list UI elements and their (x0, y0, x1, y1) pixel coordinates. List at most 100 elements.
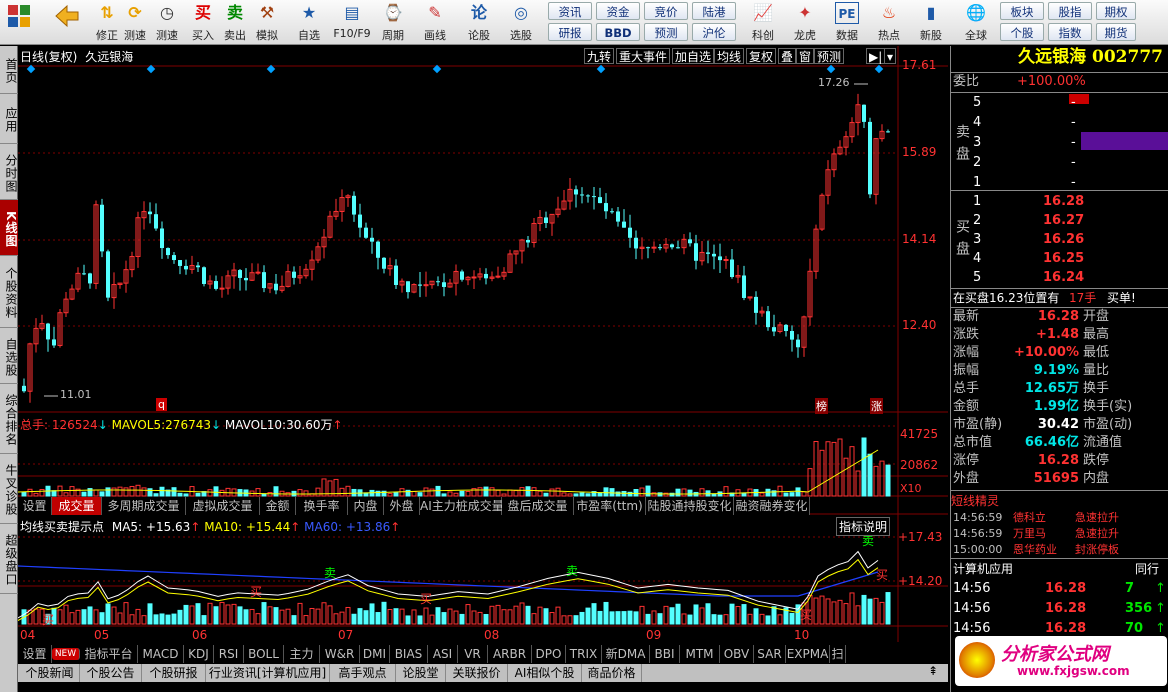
home-grid-button[interactable] (4, 2, 34, 43)
back-button[interactable] (52, 2, 82, 43)
indicator-tab-8[interactable]: W&R (320, 645, 360, 663)
news-tab-1[interactable]: 个股公告 (80, 664, 142, 682)
dropdown-icon[interactable]: ▾ (884, 48, 897, 64)
hotspot-button[interactable]: ♨ 热点 (872, 2, 906, 43)
index-futures-button[interactable]: 股指 (1048, 2, 1092, 20)
bid-row[interactable]: 2 16.27 (951, 212, 1168, 230)
news-tab-6[interactable]: 关联报价 (446, 664, 508, 682)
elf-row[interactable]: 14:56:59 德科立 急速拉升 (951, 510, 1168, 526)
research-button[interactable]: 研报 (548, 23, 592, 41)
indicator-tab-9[interactable]: DMI (360, 645, 390, 663)
indicator-tab-1[interactable]: NEW (52, 648, 80, 660)
watchlist-button[interactable]: ★ 自选 (294, 2, 324, 43)
volume-tab-5[interactable]: 换手率 (296, 497, 348, 515)
news-tab-3[interactable]: 行业资讯[计算机应用] (206, 664, 330, 682)
overlay-button[interactable]: 叠 (778, 48, 797, 64)
event-marker-list[interactable]: 榜 (815, 398, 828, 414)
star-market-button[interactable]: 📈 科创 (746, 2, 780, 43)
nine-turn-button[interactable]: 九转 (584, 48, 615, 64)
volume-tab-2[interactable]: 多周期成交量 (102, 497, 186, 515)
indicator-tab-12[interactable]: VR (458, 645, 488, 663)
sidebar-item-watchlist[interactable]: 自选股 (0, 328, 18, 384)
dragon-tiger-button[interactable]: ✦ 龙虎 (788, 2, 822, 43)
indicator-tab-19[interactable]: OBV (720, 645, 754, 663)
indicator-tab-0[interactable]: 设置 (18, 645, 52, 663)
bid-row[interactable]: 3 16.26 (951, 231, 1168, 249)
global-button[interactable]: 🌐 全球 (958, 2, 994, 43)
volume-tab-12[interactable]: 融资融券变化 (734, 497, 810, 515)
sidebar-item-timeshare[interactable]: 分时图 (0, 144, 18, 200)
news-tab-8[interactable]: 商品价格 (582, 664, 642, 682)
shanghai-london-button[interactable]: 沪伦 (692, 23, 736, 41)
elf-row[interactable]: 15:00:00 恩华药业 封涨停板 (951, 542, 1168, 558)
sector-button[interactable]: 板块 (1000, 2, 1044, 20)
indices-button[interactable]: 指数 (1048, 23, 1092, 41)
volume-tab-7[interactable]: 外盘 (384, 497, 420, 515)
sidebar-item-profile[interactable]: 个股资料 (0, 256, 18, 328)
indicator-tab-16[interactable]: 新DMA (602, 645, 650, 663)
sidebar-item-diagnosis[interactable]: 牛叉诊股 (0, 454, 18, 524)
news-tab-7[interactable]: AI相似个股 (508, 664, 582, 682)
volume-tab-9[interactable]: 盘后成交量 (502, 497, 574, 515)
clock-button[interactable]: ◷ 测速 (152, 2, 182, 43)
volume-tab-4[interactable]: 金额 (260, 497, 296, 515)
sector-row[interactable]: 计算机应用 同行 (951, 560, 1168, 578)
indicator-tab-2[interactable]: 指标平台 (80, 645, 138, 663)
volume-tab-10[interactable]: 市盈率(ttm) (574, 497, 646, 515)
adjust-button[interactable]: 复权 (746, 48, 777, 64)
futures-button[interactable]: 期货 (1096, 23, 1136, 41)
draw-line-button[interactable]: ✎ 画线 (420, 2, 450, 43)
bbd-button[interactable]: BBD (596, 23, 640, 41)
volume-tab-1[interactable]: 成交量 (52, 497, 102, 515)
speed-test-button[interactable]: ⟳ 测速 (120, 2, 150, 43)
indicator-tab-15[interactable]: TRIX (566, 645, 602, 663)
event-marker-q[interactable]: q (156, 398, 167, 411)
indicator-tab-22[interactable]: 扫 (830, 645, 846, 663)
fund-button[interactable]: 资金 (596, 2, 640, 20)
indicator-tab-18[interactable]: MTM (680, 645, 720, 663)
period-button[interactable]: ⌚ 周期 (378, 2, 408, 43)
news-button[interactable]: 资讯 (548, 2, 592, 20)
indicator-tab-7[interactable]: 主力 (284, 645, 320, 663)
news-tab-5[interactable]: 论股堂 (396, 664, 446, 682)
bid-row[interactable]: 4 16.25 (951, 250, 1168, 268)
fix-button[interactable]: ⇅ 修正 (92, 2, 122, 43)
stock-talk-button[interactable]: 论论股 (464, 2, 494, 43)
window-button[interactable]: 窗 (796, 48, 815, 64)
stocks-button[interactable]: 个股 (1000, 23, 1044, 41)
indicator-tab-5[interactable]: RSI (214, 645, 244, 663)
data-button[interactable]: PE 数据 (830, 2, 864, 43)
indicator-tab-11[interactable]: ASI (428, 645, 458, 663)
major-events-button[interactable]: 重大事件 (616, 48, 671, 64)
indicator-tab-20[interactable]: SAR (754, 645, 786, 663)
f10-button[interactable]: ▤ F10/F9 (332, 2, 372, 43)
news-tab-4[interactable]: 高手观点 (330, 664, 396, 682)
ma-button[interactable]: 均线 (714, 48, 745, 64)
elf-row[interactable]: 14:56:59 万里马 急速拉升 (951, 526, 1168, 542)
hk-connect-button[interactable]: 陆港 (692, 2, 736, 20)
kline-chart-svg[interactable]: 卖卖卖买买买买买 (18, 46, 948, 642)
add-watch-button[interactable]: 加自选 (672, 48, 715, 64)
forecast-chart-button[interactable]: 预测 (814, 48, 845, 64)
sidebar-item-level2[interactable]: 超级盘口 (0, 524, 18, 594)
sell-button[interactable]: 卖卖出 (220, 2, 250, 43)
indicator-tab-13[interactable]: ARBR (488, 645, 532, 663)
volume-tab-11[interactable]: 陆股通持股变化 (646, 497, 734, 515)
event-marker-limit[interactable]: 涨 (870, 398, 883, 414)
news-tab-2[interactable]: 个股研报 (142, 664, 206, 682)
volume-tab-0[interactable]: 设置 (18, 497, 52, 515)
play-end-icon[interactable]: ▶| (866, 48, 886, 64)
volume-tab-3[interactable]: 虚拟成交量 (186, 497, 260, 515)
ask-row[interactable]: 2- (951, 154, 1168, 172)
options-button[interactable]: 期权 (1096, 2, 1136, 20)
indicator-tab-14[interactable]: DPO (532, 645, 566, 663)
indicator-tab-4[interactable]: KDJ (184, 645, 214, 663)
scroll-top-icon[interactable]: ⇞ (918, 664, 948, 682)
kline-chart-area[interactable]: 卖卖卖买买买买买 日线(复权) 久远银海 九转 重大事件 加自选 均线 复权 叠… (18, 46, 948, 642)
new-stock-button[interactable]: ▮ 新股 (914, 2, 948, 43)
forecast-button[interactable]: 预测 (644, 23, 688, 41)
bid-row[interactable]: 5 16.24 (951, 269, 1168, 287)
select-stock-button[interactable]: ◎ 选股 (506, 2, 536, 43)
volume-tab-6[interactable]: 内盘 (348, 497, 384, 515)
indicator-explain-button[interactable]: 指标说明 (836, 517, 891, 536)
